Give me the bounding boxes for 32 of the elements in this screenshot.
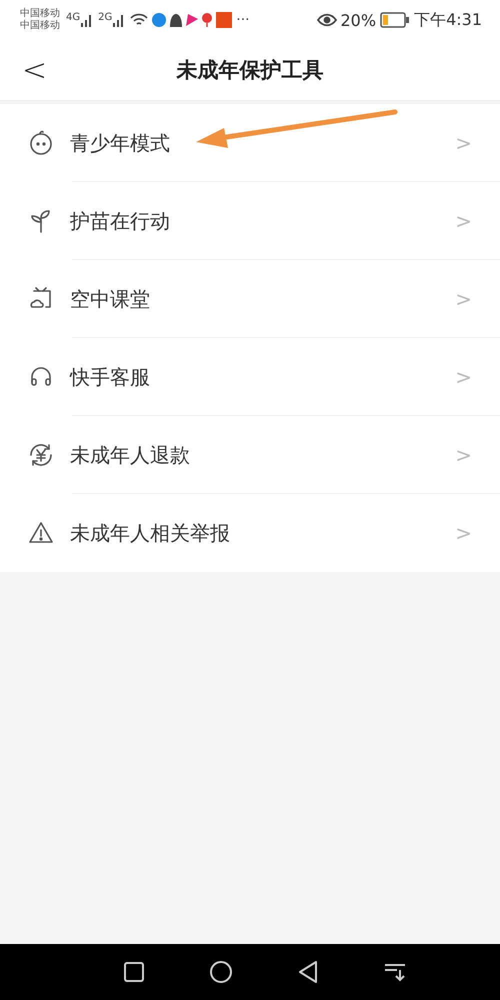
menu-item-label[interactable]: 青少年模式 — [70, 130, 456, 156]
chevron-right: > — [455, 521, 472, 545]
chevron-right: > — [455, 365, 472, 389]
menu-item-label[interactable]: 未成年人退款 — [70, 442, 456, 468]
back-button[interactable]: < — [16, 52, 54, 88]
map-pin-icon — [202, 13, 212, 27]
chevron-right: > — [455, 209, 472, 233]
menu-item-label[interactable]: 空中课堂 — [70, 286, 456, 312]
battery-percent: 20% — [340, 10, 376, 30]
menu-item-label[interactable]: 未成年人相关举报 — [70, 520, 456, 546]
chevron-right: > — [455, 131, 472, 155]
page-title: 未成年保护工具 — [176, 57, 324, 84]
wifi-icon — [130, 13, 148, 27]
eye-icon — [316, 13, 336, 27]
yen-refund-icon — [28, 442, 54, 468]
more-notifications: ··· — [236, 15, 250, 25]
network-type: 4G — [66, 13, 80, 23]
warning-icon — [28, 520, 54, 546]
penguin-icon — [170, 13, 182, 27]
back-icon[interactable] — [297, 960, 319, 984]
menu-item-label[interactable]: 护苗在行动 — [70, 208, 456, 234]
home-icon[interactable] — [209, 960, 233, 984]
recent-apps-icon[interactable] — [123, 961, 145, 983]
network-type: 2G — [98, 13, 112, 23]
battery-icon — [380, 12, 410, 28]
menu-item-label[interactable]: 快手客服 — [70, 364, 456, 390]
chevron-right: > — [455, 443, 472, 467]
carrier-name: 中国移动 — [20, 20, 60, 32]
carrier-name: 中国移动 — [20, 8, 60, 20]
baby-face-icon — [28, 130, 54, 156]
clock-time: 下午4:31 — [414, 10, 482, 30]
chevron-right: > — [455, 287, 472, 311]
